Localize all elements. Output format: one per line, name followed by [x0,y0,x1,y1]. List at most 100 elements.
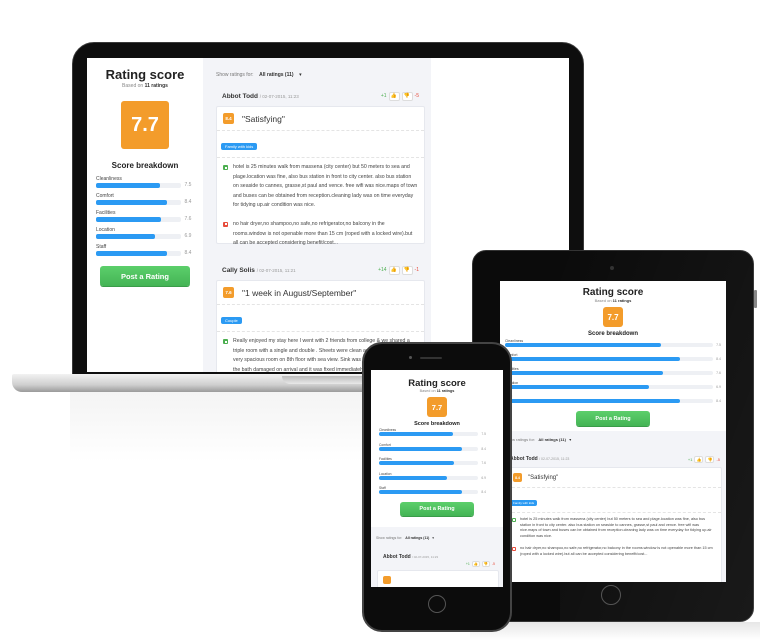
thumbs-down-button[interactable]: 👎 [401,265,413,275]
thumbs-down-icon: 👎 [483,562,489,566]
negative-icon [512,546,516,551]
thumbs-down-button[interactable]: 👎 [705,455,715,463]
positive-icon [512,518,516,522]
score-breakdown-title: Score breakdown [587,331,638,337]
filter-select[interactable]: All ratings (11) [538,437,566,442]
positive-icon [223,339,228,344]
thumbs-down-button[interactable]: 👎 [401,91,413,101]
breakdown-row: Cleanliness 7.5 [505,339,721,348]
downvote-count: -5 [414,93,419,99]
rating-sidebar: Rating score Based on 11 ratings 7.7 Sco… [500,281,726,431]
breakdown-bar-fill [96,216,161,222]
review-con: no hair dryer,no shampoo,no safe,no refr… [507,540,721,557]
breakdown-bar-fill [379,475,448,480]
breakdown-bar-fill [96,250,168,256]
reviews-feed: Show ratings for: All ratings (11) ▾ Abb… [203,58,431,372]
post-rating-button[interactable]: Post a Rating [400,501,474,516]
breakdown-bar [379,461,478,466]
post-rating-button[interactable]: Post a Rating [576,411,650,426]
chevron-down-icon[interactable]: ▾ [569,437,571,442]
breakdown-row: Facilities7.6 [379,457,486,466]
filter-select[interactable]: All ratings (11) [259,72,293,78]
breakdown-row: Staff8.4 [505,395,726,409]
traveler-type-tag: Family with kids [221,143,258,150]
review-score-badge [383,576,391,584]
tablet-side-button [754,290,757,308]
overall-score-badge: 7.7 [603,307,623,327]
post-rating-button[interactable]: Post a Rating [100,266,190,286]
review-author[interactable]: Abbot Todd [510,456,538,462]
upvote-count: +1 [380,93,387,99]
phone-camera [409,356,412,359]
breakdown-row: Staff 8.4 [96,244,192,256]
overall-score-badge: 7.7 [427,397,447,417]
thumbs-up-icon: 👍 [390,267,398,273]
chevron-down-icon[interactable]: ▾ [299,72,302,78]
breakdown-list: Cleanliness7.5 Comfort8.4 Facilities7.6 … [379,428,503,501]
rating-title: Rating score [582,287,644,298]
breakdown-bar [505,399,713,404]
negative-icon [223,221,228,227]
breakdown-row: Location6.9 [379,471,486,480]
breakdown-bar-fill [379,461,455,466]
thumbs-up-button[interactable]: 👍 [471,561,480,567]
breakdown-row: Comfort 8.4 [96,193,192,205]
breakdown-bar-fill [505,343,661,348]
review-score-badge: 8.4 [223,113,234,124]
review-card: 8.4 "Satisfying" Family with kids hotel … [506,467,722,582]
tablet-home-button[interactable] [601,585,621,605]
thumbs-up-button[interactable]: 👍 [388,265,400,275]
breakdown-row: Facilities7.6 [505,367,726,381]
chevron-down-icon[interactable]: ▾ [432,536,434,540]
overall-score-badge: 7.7 [121,101,169,149]
rating-title: Rating score [408,378,466,389]
vote-controls: +14 👍 👎 -1 [378,265,419,275]
review-score-badge: 7.6 [223,287,234,298]
review-author[interactable]: Abbot Todd [383,554,411,560]
thumbs-up-icon: 👍 [696,456,702,462]
breakdown-list: Cleanliness7.5 Comfort8.4 Facilities7.6 … [505,339,726,409]
review-con: no hair dryer,no shampoo,no safe,no refr… [217,211,424,249]
review-author[interactable]: Abbot Todd [222,93,258,100]
traveler-type-tag: Couple [221,317,242,324]
downvote-count: -5 [491,562,495,566]
breakdown-row: Cleanliness 7.5 [379,428,486,437]
breakdown-row: Comfort 8.4 [505,353,721,362]
breakdown-bar [96,216,181,222]
thumbs-down-button[interactable]: 👎 [481,561,490,567]
breakdown-bar [96,250,181,256]
rating-based-on: Based on 11 ratings [122,83,168,89]
breakdown-bar-fill [505,385,649,390]
rating-based-on: Based on 11 ratings [594,298,632,303]
review-score-badge: 8.4 [513,473,522,482]
review-header: Cally Solis / 02-07-2015, 11:21 +14 👍 👎 … [222,264,419,276]
ratings-filter[interactable]: Show ratings for: All ratings (11) ▾ [376,536,503,540]
thumbs-up-button[interactable]: 👍 [694,455,704,463]
ratings-filter[interactable]: Show ratings for: All ratings (11) ▾ [505,437,726,442]
breakdown-row: Staff8.4 [379,486,486,495]
review-author[interactable]: Cally Solis [222,267,255,274]
phone-home-button[interactable] [428,595,446,613]
downvote-count: -5 [716,456,720,462]
rating-sidebar: Rating score Based on 11 ratings 7.7 Sco… [87,58,203,372]
phone-screen: Rating score Based on 11 ratings 7.7 Sco… [371,370,503,587]
rating-title: Rating score [105,67,185,82]
review-pro: hotel is 25 minutes walk from massena (c… [217,158,424,211]
review-card: 8.4 "Satisfying" Family with kids hotel … [216,106,425,246]
breakdown-bar-fill [505,371,664,376]
laptop-notch [282,376,372,384]
review-date: / 02-07-2015, 11:23 [412,555,439,559]
breakdown-bar-fill [505,357,680,362]
review-card [377,570,499,587]
breakdown-bar-fill [379,446,463,451]
thumbs-up-button[interactable]: 👍 [388,91,400,101]
thumbs-up-icon: 👍 [473,562,479,566]
breakdown-bar-fill [505,399,680,404]
tablet-camera [610,266,614,270]
filter-select[interactable]: All ratings (11) [405,536,429,540]
downvote-count: -1 [414,267,419,273]
vote-controls: +1 👍 👎 -5 [380,91,419,101]
breakdown-bar [96,182,181,188]
reviews-feed: Show ratings for: All ratings (11) ▾ Abb… [371,527,503,587]
ratings-filter[interactable]: Show ratings for: All ratings (11) ▾ [216,72,431,78]
